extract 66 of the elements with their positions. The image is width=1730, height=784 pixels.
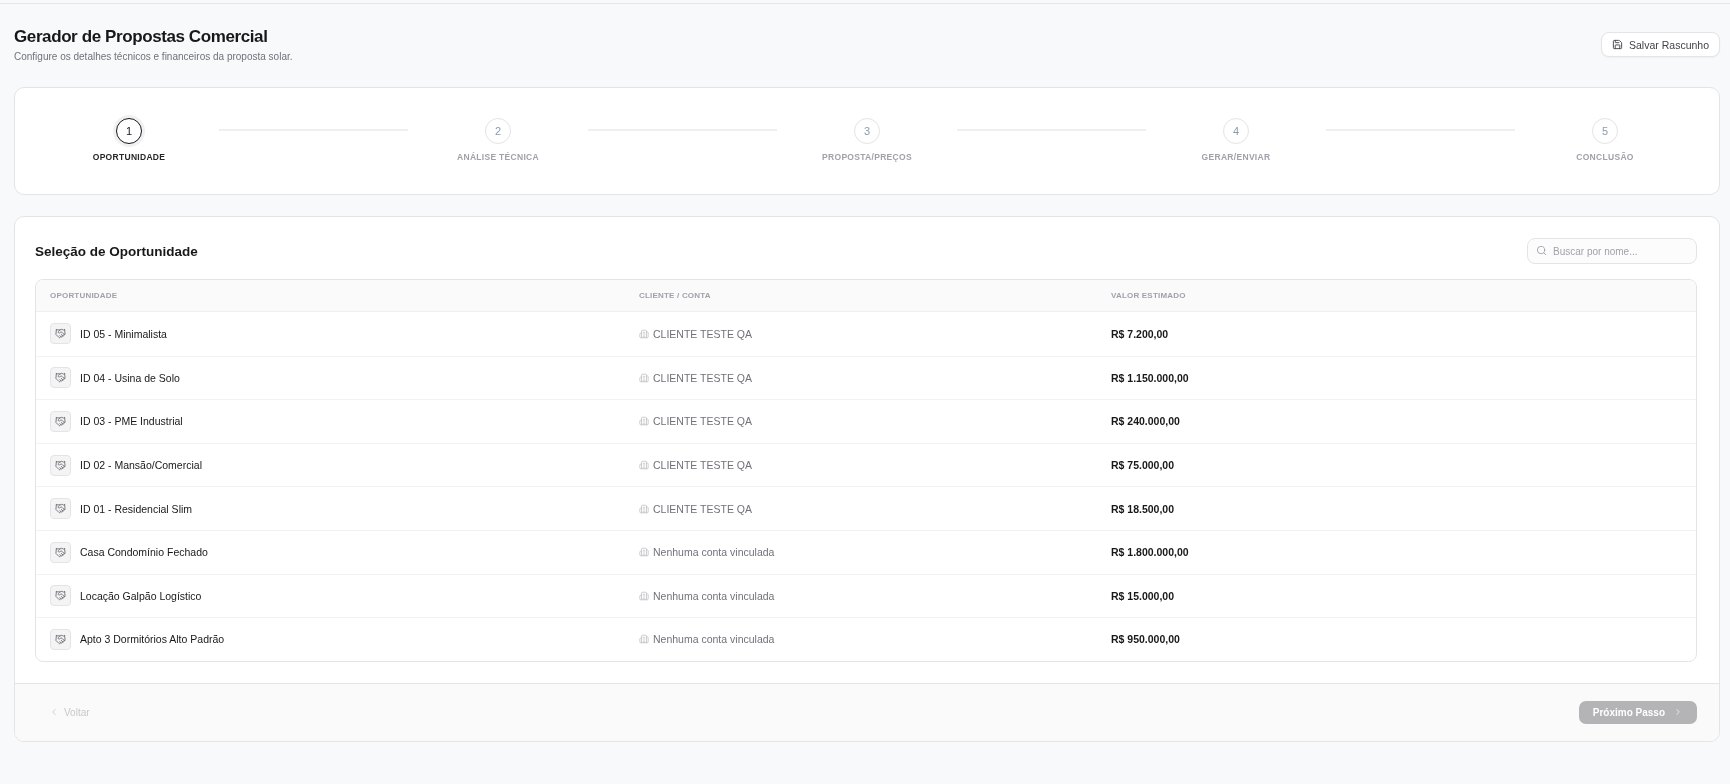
search-icon [1536,245,1547,256]
column-header: VALOR ESTIMADO [1111,291,1186,300]
column-header: CLIENTE / CONTA [639,291,711,300]
opportunity-name: ID 03 - PME Industrial [80,415,183,428]
save-draft-button[interactable]: Salvar Rascunho [1601,32,1720,57]
building-icon [639,547,649,558]
handshake-icon [50,541,71,563]
building-icon [639,372,649,383]
handshake-icon [50,323,71,345]
step-label: CONCLUSÃO [1576,152,1634,163]
client-name: CLIENTE TESTE QA [653,415,752,428]
opportunity-name: ID 02 - Mansão/Comercial [80,459,202,472]
opportunity-name: ID 01 - Residencial Slim [80,502,193,515]
opportunity-name: Apto 3 Dormitórios Alto Padrão [80,633,225,646]
building-icon [639,328,649,339]
step-label: PROPOSTA/PREÇOS [822,152,912,163]
column-header: OPORTUNIDADE [50,291,118,300]
estimated-value: R$ 1.150.000,00 [1111,371,1189,384]
opportunity-name: ID 04 - Usina de Solo [80,371,180,384]
client-name: CLIENTE TESTE QA [653,459,752,472]
handshake-icon [50,628,71,650]
table-row[interactable]: ID 05 - Minimalista CLIENTE TESTE QA R$ 7.200,00 [36,312,1696,356]
client-name: Nenhuma conta vinculada [653,546,775,559]
chevron-left-icon [49,707,59,718]
estimated-value: R$ 950.000,00 [1111,633,1180,646]
client-name: CLIENTE TESTE QA [653,327,752,340]
handshake-icon [50,454,71,476]
building-icon [639,634,649,645]
client-name: Nenhuma conta vinculada [653,589,775,602]
search-field[interactable]: Buscar por nome... [1527,238,1697,264]
step-label: OPORTUNIDADE [92,152,166,163]
opportunity-name: Locação Galpão Logístico [80,589,202,602]
table-row[interactable]: ID 01 - Residencial Slim CLIENTE TESTE QA R$ 18.500,00 [36,486,1696,530]
table-row[interactable]: Apto 3 Dormitórios Alto Padrão Nenhuma conta vinculada R$ 950.000,00 [36,617,1696,661]
building-icon [639,416,649,427]
page-title: Gerador de Propostas Comercial [14,26,269,48]
building-icon [639,590,649,601]
step-label: GERAR/ENVIAR [1201,152,1271,163]
client-name: CLIENTE TESTE QA [653,371,752,384]
table-row[interactable]: ID 03 - PME Industrial CLIENTE TESTE QA R$ 240.000,00 [36,399,1696,443]
handshake-icon [50,498,71,520]
chevron-right-icon [1673,707,1683,718]
building-icon [639,460,649,471]
handshake-icon [50,367,71,389]
table-row[interactable]: ID 04 - Usina de Solo CLIENTE TESTE QA R$ 1.150.000,00 [36,355,1696,400]
client-name: Nenhuma conta vinculada [653,633,775,646]
card-title: Seleção de Oportunidade [35,243,198,259]
estimated-value: R$ 1.800.000,00 [1111,546,1189,559]
estimated-value: R$ 18.500,00 [1111,502,1175,515]
table-row[interactable]: ID 02 - Mansão/Comercial CLIENTE TESTE QA R$ 75.000,00 [36,442,1696,487]
estimated-value: R$ 75.000,00 [1111,459,1175,472]
client-name: CLIENTE TESTE QA [653,502,752,515]
table-row[interactable]: Locação Galpão Logístico Nenhuma conta vinculada R$ 15.000,00 [36,573,1696,618]
handshake-icon [50,585,71,607]
estimated-value: R$ 7.200,00 [1111,327,1169,340]
building-icon [639,503,649,514]
estimated-value: R$ 15.000,00 [1111,589,1175,602]
opportunity-name: Casa Condomínio Fechado [80,546,208,559]
handshake-icon [50,411,71,432]
step-label: ANÁLISE TÉCNICA [457,152,539,163]
page-subtitle: Configure os detalhes técnicos e financeiros da proposta solar. [14,50,293,63]
opportunity-name: ID 05 - Minimalista [80,327,167,340]
estimated-value: R$ 240.000,00 [1111,415,1180,428]
table-row[interactable]: Casa Condomínio Fechado Nenhuma conta vinculada R$ 1.800.000,00 [36,529,1696,574]
save-icon [1612,39,1624,50]
step-number[interactable]: 1 [116,118,142,144]
